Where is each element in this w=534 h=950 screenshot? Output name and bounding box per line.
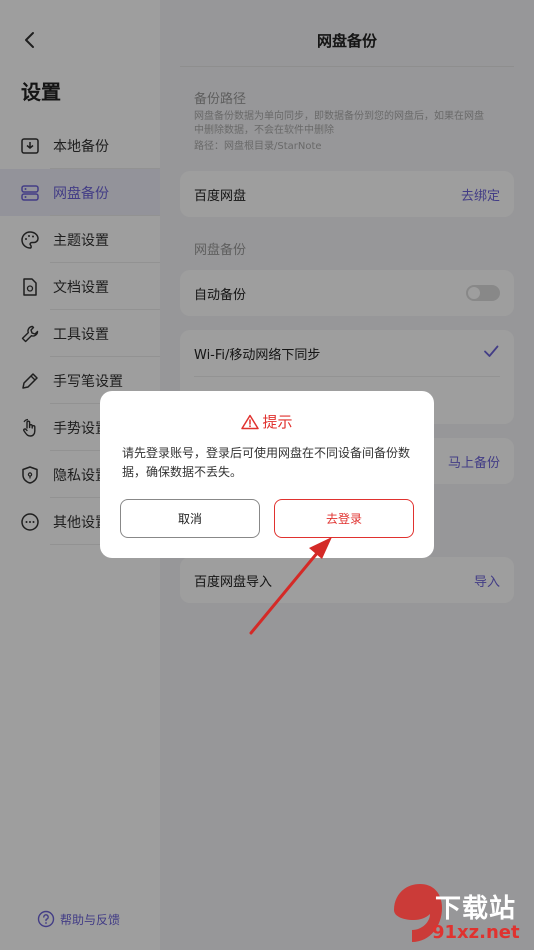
cancel-button[interactable]: 取消: [120, 499, 260, 538]
login-prompt-dialog: 提示 请先登录账号，登录后可使用网盘在不同设备间备份数据，确保数据不丢失。 取消…: [100, 391, 434, 558]
login-button[interactable]: 去登录: [274, 499, 414, 538]
dialog-message: 请先登录账号，登录后可使用网盘在不同设备间备份数据，确保数据不丢失。: [122, 446, 411, 479]
watermark-text-url: 91xz.net: [432, 922, 520, 943]
dialog-title: 提示: [100, 411, 434, 432]
watermark-text-main: 下载站: [435, 894, 517, 924]
dialog-title-text: 提示: [262, 413, 293, 431]
warning-icon: [241, 414, 260, 430]
